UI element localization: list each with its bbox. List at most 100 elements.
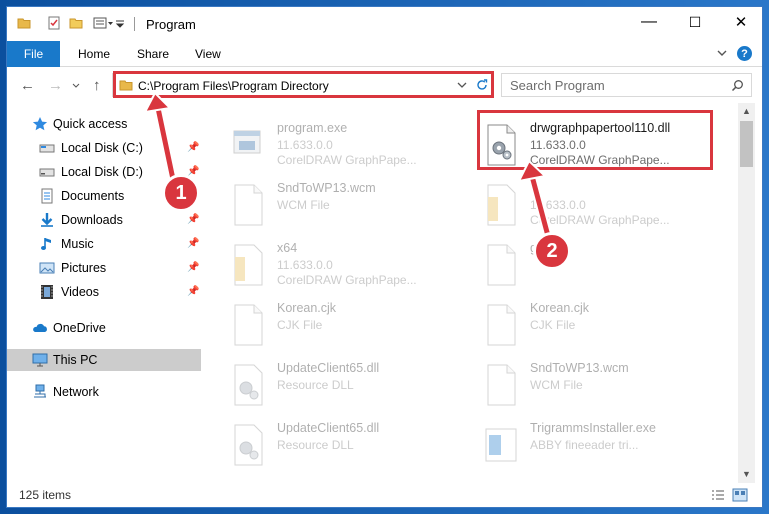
ribbon: File Home Share View ? bbox=[7, 41, 762, 67]
sidebar-item-local-disk-c[interactable]: Local Disk (C:) 📌 bbox=[7, 137, 201, 159]
file-item[interactable]: 11.633.0.0 CorelDRAW GraphPape... bbox=[484, 177, 724, 231]
file-name: TrigrammsInstaller.exe bbox=[530, 421, 656, 435]
forward-arrow-icon[interactable]: → bbox=[48, 77, 63, 94]
sidebar-item-pictures[interactable]: Pictures 📌 bbox=[7, 257, 201, 279]
search-box[interactable] bbox=[501, 73, 752, 97]
tab-home[interactable]: Home bbox=[78, 47, 110, 61]
file-type: CJK File bbox=[277, 318, 323, 332]
tab-share[interactable]: Share bbox=[137, 47, 169, 61]
vertical-scrollbar[interactable]: ▲ ▼ bbox=[738, 103, 755, 483]
folder-icon[interactable] bbox=[17, 16, 31, 30]
sidebar-item-network[interactable]: Network bbox=[7, 381, 201, 403]
file-item[interactable]: program.exe 11.633.0.0 CorelDRAW GraphPa… bbox=[231, 117, 471, 171]
file-item[interactable]: UpdateClient65.dll Resource DLL bbox=[231, 357, 471, 411]
file-name: program.exe bbox=[277, 121, 348, 135]
blank-file-icon bbox=[234, 184, 263, 226]
installer-icon bbox=[485, 428, 517, 462]
file-item[interactable]: x64 11.633.0.0 CorelDRAW GraphPape... bbox=[231, 237, 471, 291]
file-name: Korean.cjk bbox=[277, 301, 337, 315]
pin-icon[interactable]: 📌 bbox=[187, 262, 199, 274]
sidebar-item-onedrive[interactable]: OneDrive bbox=[7, 317, 201, 339]
file-item[interactable]: Korean.cjk CJK File bbox=[484, 297, 724, 351]
file-type: Resource DLL bbox=[277, 378, 354, 392]
file-type: Resource DLL bbox=[277, 438, 354, 452]
pc-icon bbox=[32, 353, 48, 367]
videos-icon bbox=[41, 285, 53, 299]
file-version: 11.633.0.0 bbox=[530, 198, 586, 212]
search-input[interactable] bbox=[508, 77, 722, 94]
sidebar-item-videos[interactable]: Videos 📌 bbox=[7, 281, 201, 303]
properties-icon[interactable] bbox=[47, 16, 61, 30]
maximize-button[interactable]: ☐ bbox=[672, 7, 718, 37]
pin-icon[interactable]: 📌 bbox=[187, 238, 199, 250]
dll-gear-icon bbox=[234, 424, 263, 466]
item-count: 125 items bbox=[19, 488, 72, 502]
downloads-icon bbox=[41, 213, 53, 227]
file-type: WCM File bbox=[277, 198, 330, 212]
minimize-button[interactable]: — bbox=[626, 7, 672, 37]
expand-ribbon-icon[interactable] bbox=[717, 49, 727, 57]
details-view-icon[interactable] bbox=[710, 488, 726, 502]
file-name: x64 bbox=[277, 241, 298, 255]
sidebar-item-quick-access[interactable]: Quick access bbox=[7, 113, 201, 135]
file-description: CorelDRAW GraphPape... bbox=[277, 153, 417, 167]
file-name: UpdateClient65.dll bbox=[277, 421, 380, 435]
documents-icon bbox=[41, 188, 53, 204]
window-title: Program bbox=[146, 17, 196, 32]
large-icons-view-icon[interactable] bbox=[732, 488, 748, 502]
file-item[interactable]: Korean.cjk CJK File bbox=[231, 297, 471, 351]
file-item[interactable]: SndToWP13.wcm WCM File bbox=[484, 357, 724, 411]
file-name: Korean.cjk bbox=[530, 301, 590, 315]
star-icon bbox=[32, 117, 48, 131]
close-button[interactable]: ✕ bbox=[718, 7, 762, 37]
sidebar-item-label: This PC bbox=[53, 353, 98, 367]
blank-file-icon bbox=[487, 244, 516, 286]
help-button[interactable]: ? bbox=[737, 46, 752, 61]
sidebar-item-this-pc[interactable]: This PC bbox=[7, 349, 201, 371]
customize-toolbar-icon[interactable] bbox=[93, 16, 113, 30]
file-tab[interactable]: File bbox=[7, 41, 60, 67]
music-icon bbox=[41, 238, 51, 250]
step-callout-2: 2 bbox=[533, 232, 571, 270]
explorer-window: Program — ☐ ✕ File Home Share View ? ← →… bbox=[6, 6, 763, 508]
pin-icon[interactable]: 📌 bbox=[187, 286, 199, 298]
status-bar: 125 items bbox=[7, 483, 762, 507]
file-item[interactable]: gi bbox=[484, 237, 724, 291]
sidebar-item-label: Network bbox=[53, 385, 99, 399]
file-type: CJK File bbox=[530, 318, 576, 332]
file-description: CorelDRAW GraphPape... bbox=[530, 213, 670, 227]
up-arrow-icon[interactable]: ↑ bbox=[93, 77, 101, 94]
blank-file-icon bbox=[234, 304, 263, 346]
file-item[interactable]: SndToWP13.wcm WCM File bbox=[231, 177, 471, 231]
drive-icon bbox=[39, 144, 55, 153]
file-item[interactable]: UpdateClient65.dll Resource DLL bbox=[231, 417, 471, 471]
sidebar-item-downloads[interactable]: Downloads 📌 bbox=[7, 209, 201, 231]
scroll-down-icon[interactable]: ▼ bbox=[742, 469, 751, 479]
sidebar-item-label: Music bbox=[61, 237, 94, 251]
sidebar-item-music[interactable]: Music 📌 bbox=[7, 233, 201, 255]
scrollbar-thumb[interactable] bbox=[740, 121, 753, 167]
new-folder-icon[interactable] bbox=[69, 16, 83, 30]
sidebar-item-label: Local Disk (D:) bbox=[61, 165, 143, 179]
navigation-pane: Quick access Local Disk (C:) 📌 Local Dis… bbox=[7, 103, 201, 483]
pin-icon[interactable]: 📌 bbox=[187, 142, 199, 154]
step-callout-1: 1 bbox=[162, 174, 200, 212]
exe-icon bbox=[233, 130, 261, 154]
file-item[interactable]: TrigrammsInstaller.exe ABBY fineeader tr… bbox=[484, 417, 724, 471]
folder-file-icon bbox=[234, 244, 263, 286]
file-description: ABBY fineeader tri... bbox=[530, 438, 639, 452]
drive-icon bbox=[39, 168, 55, 177]
address-highlight-box bbox=[113, 71, 494, 98]
scroll-up-icon[interactable]: ▲ bbox=[742, 106, 751, 116]
title-separator bbox=[134, 17, 135, 31]
sidebar-item-label: Documents bbox=[61, 189, 125, 203]
sidebar-item-label: Quick access bbox=[53, 117, 128, 131]
quick-access-dropdown-icon[interactable] bbox=[115, 16, 125, 30]
selected-file-highlight-box bbox=[477, 110, 713, 170]
pin-icon[interactable]: 📌 bbox=[187, 214, 199, 226]
tab-view[interactable]: View bbox=[195, 47, 221, 61]
search-icon[interactable] bbox=[731, 79, 744, 92]
recent-locations-icon[interactable] bbox=[72, 83, 80, 89]
back-arrow-icon[interactable]: ← bbox=[20, 77, 35, 94]
blank-file-icon bbox=[487, 304, 516, 346]
